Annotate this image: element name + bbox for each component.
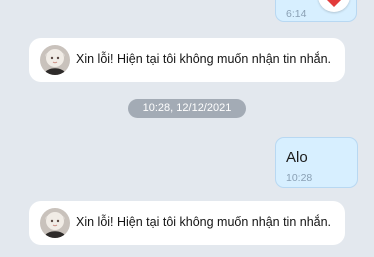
time-divider: 10:28, 12/12/2021	[128, 99, 246, 118]
message-text: Xin lỗi! Hiện tại tôi không muốn nhận ti…	[76, 215, 332, 229]
outgoing-message-bubble[interactable]: Alo 10:28	[275, 137, 358, 188]
message-text: Alo	[286, 149, 308, 166]
avatar[interactable]	[40, 208, 70, 238]
incoming-message-bubble[interactable]: Xin lỗi! Hiện tại tôi không muốn nhận ti…	[29, 201, 345, 245]
incoming-message-bubble[interactable]: Xin lỗi! Hiện tại tôi không muốn nhận ti…	[29, 38, 345, 82]
heart-icon	[327, 0, 341, 7]
message-text: Xin lỗi! Hiện tại tôi không muốn nhận ti…	[76, 52, 332, 66]
chat-area: 6:14 Xin lỗi! Hiện tại tôi không muốn nh…	[0, 0, 374, 257]
avatar[interactable]	[40, 45, 70, 75]
message-time: 10:28	[286, 172, 313, 184]
message-time: 6:14	[286, 8, 307, 20]
